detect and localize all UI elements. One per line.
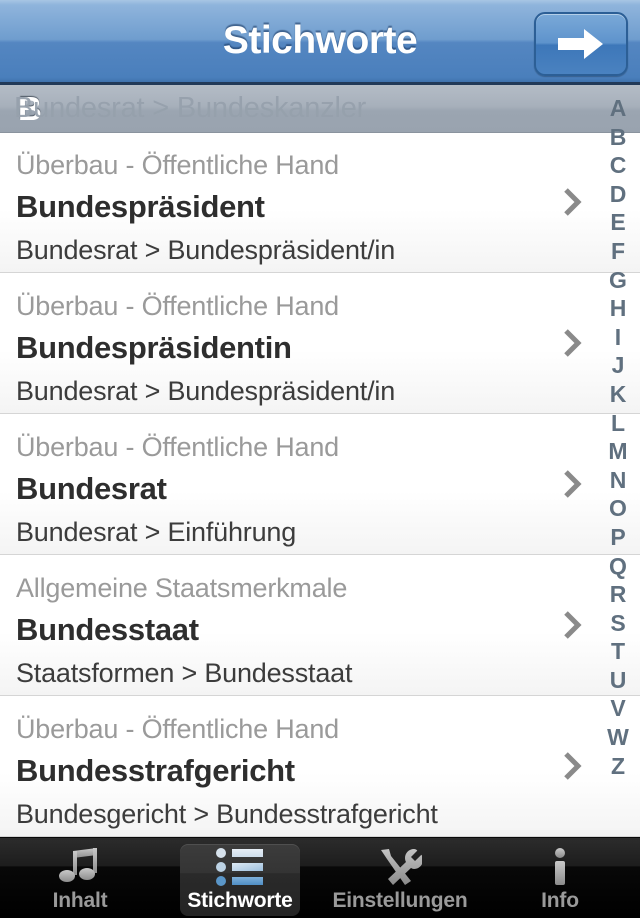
info-icon (550, 848, 570, 886)
index-letter[interactable]: H (596, 294, 640, 323)
keyword-list[interactable]: Überbau - Öffentliche Hand Bundespräside… (0, 132, 640, 837)
list-item-category: Überbau - Öffentliche Hand (16, 432, 339, 462)
list-item-category: Überbau - Öffentliche Hand (16, 150, 339, 180)
index-letter[interactable]: T (596, 637, 640, 666)
list-item-title: Bundesstrafgericht (16, 753, 295, 788)
tab-info[interactable]: Info (480, 838, 640, 918)
forward-button[interactable] (534, 12, 628, 76)
section-header-letter: B (18, 90, 42, 127)
index-letter[interactable]: P (596, 523, 640, 552)
list-item-path: Staatsformen > Bundesstaat (16, 658, 353, 688)
index-letter[interactable]: N (596, 466, 640, 495)
tab-label: Info (541, 889, 579, 912)
index-letter[interactable]: A (596, 94, 640, 123)
index-letter[interactable]: U (596, 666, 640, 695)
tab-label: Stichworte (187, 889, 293, 912)
list-item[interactable]: Überbau - Öffentliche Hand Bundespräside… (0, 273, 640, 414)
index-letter[interactable]: K (596, 380, 640, 409)
arrow-right-icon (557, 27, 605, 61)
index-letter[interactable]: F (596, 237, 640, 266)
list-item-category: Überbau - Öffentliche Hand (16, 714, 339, 744)
alphabet-index[interactable]: A B C D E F G H I J K L M N O P Q R S T … (596, 85, 640, 837)
index-letter[interactable]: Q (596, 552, 640, 581)
tab-label: Inhalt (52, 889, 108, 912)
chevron-right-icon (564, 187, 582, 217)
chevron-right-icon (564, 469, 582, 499)
list-item[interactable]: Allgemeine Staatsmerkmale Bundesstaat St… (0, 555, 640, 696)
content-area: Bundesrat > Bundeskanzler B Überbau - Öf… (0, 85, 640, 837)
index-letter[interactable]: Z (596, 752, 640, 781)
chevron-right-icon (564, 610, 582, 640)
bulleted-list-icon (215, 848, 265, 886)
tab-inhalt[interactable]: Inhalt (0, 838, 160, 918)
app-screen: Stichworte Bundesrat > Bundeskanzler B Ü… (0, 0, 640, 920)
navigation-bar: Stichworte (0, 0, 640, 85)
list-item-category: Überbau - Öffentliche Hand (16, 291, 339, 321)
index-letter[interactable]: R (596, 580, 640, 609)
list-item-path: Bundesrat > Einführung (16, 517, 297, 547)
index-letter[interactable]: J (596, 351, 640, 380)
index-letter[interactable]: G (596, 266, 640, 295)
list-item-title: Bundespräsident (16, 189, 265, 224)
tools-icon (378, 848, 422, 886)
index-letter[interactable]: C (596, 151, 640, 180)
index-letter[interactable]: E (596, 208, 640, 237)
list-item-path: Bundesgericht > Bundesstrafgericht (16, 799, 438, 829)
index-letter[interactable]: B (596, 123, 640, 152)
list-item-title: Bundespräsidentin (16, 330, 292, 365)
music-note-icon (57, 848, 103, 886)
index-letter[interactable]: V (596, 694, 640, 723)
chevron-right-icon (564, 328, 582, 358)
index-letter[interactable]: D (596, 180, 640, 209)
list-item-title: Bundesstaat (16, 612, 199, 647)
index-letter[interactable]: O (596, 494, 640, 523)
list-item-title: Bundesrat (16, 471, 167, 506)
tab-einstellungen[interactable]: Einstellungen (320, 838, 480, 918)
page-title: Stichworte (222, 19, 418, 62)
tab-bar: Inhalt Stichworte Einstellungen Info (0, 837, 640, 918)
index-letter[interactable]: L (596, 409, 640, 438)
list-item[interactable]: Überbau - Öffentliche Hand Bundespräside… (0, 132, 640, 273)
index-letter[interactable]: S (596, 609, 640, 638)
tab-label: Einstellungen (332, 889, 468, 912)
chevron-right-icon (564, 751, 582, 781)
index-letter[interactable]: M (596, 437, 640, 466)
list-item[interactable]: Überbau - Öffentliche Hand Bundesrat Bun… (0, 414, 640, 555)
list-item-category: Allgemeine Staatsmerkmale (16, 573, 348, 603)
list-item-path: Bundesrat > Bundespräsident/in (16, 376, 396, 406)
index-letter[interactable]: W (596, 723, 640, 752)
index-letter[interactable]: I (596, 323, 640, 352)
tab-stichworte[interactable]: Stichworte (160, 838, 320, 918)
section-header: B (0, 85, 640, 133)
list-item[interactable]: Überbau - Öffentliche Hand Bundesstrafge… (0, 696, 640, 837)
list-item-path: Bundesrat > Bundespräsident/in (16, 235, 396, 265)
